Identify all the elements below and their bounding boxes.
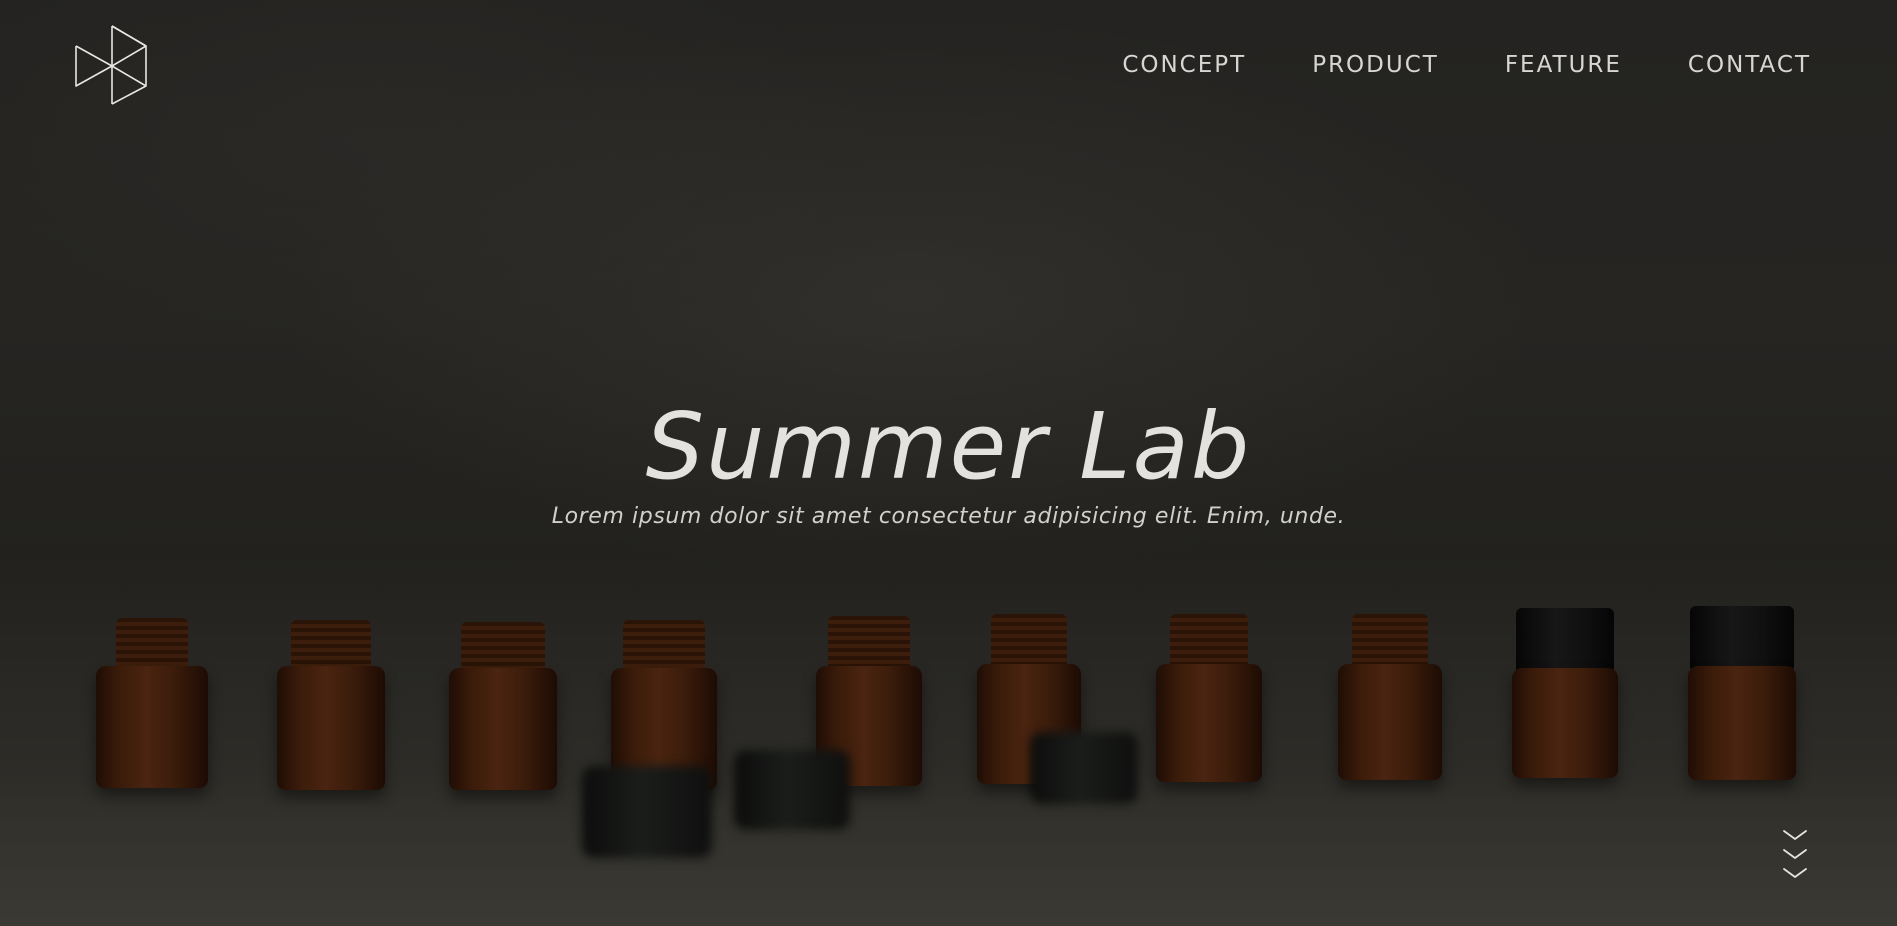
nav-product[interactable]: PRODUCT [1312, 48, 1439, 82]
hero-background-photo [0, 590, 1897, 890]
amber-bottle [96, 618, 208, 790]
nav-feature[interactable]: FEATURE [1505, 48, 1622, 82]
main-nav: CONCEPT PRODUCT FEATURE CONTACT [1056, 48, 1811, 82]
hero-subtitle: Lorem ipsum dolor sit amet consectetur a… [551, 504, 1346, 529]
blurred-cap [582, 766, 712, 858]
capped-amber-bottle [1512, 608, 1618, 780]
amber-bottle [1338, 614, 1442, 780]
nav-concept[interactable]: CONCEPT [1122, 48, 1246, 82]
scroll-down-indicator[interactable] [1782, 828, 1808, 884]
nav-contact[interactable]: CONTACT [1688, 48, 1811, 82]
triple-chevron-down-icon [1783, 830, 1807, 878]
hero-text: Summer Lab Lorem ipsum dolor sit amet co… [0, 392, 1897, 532]
amber-bottle [1156, 614, 1262, 782]
amber-bottle [277, 620, 385, 790]
amber-bottle [449, 622, 557, 790]
blurred-cap [734, 750, 850, 830]
site-logo[interactable] [74, 22, 150, 106]
hero-title: Summer Lab [645, 393, 1252, 500]
hero-section: CONCEPT PRODUCT FEATURE CONTACT Summer L… [0, 0, 1897, 926]
capped-amber-bottle [1688, 606, 1796, 782]
amber-bottle [611, 620, 717, 790]
blurred-cap [1030, 732, 1138, 804]
hexagon-triangles-logo-icon [75, 25, 147, 105]
